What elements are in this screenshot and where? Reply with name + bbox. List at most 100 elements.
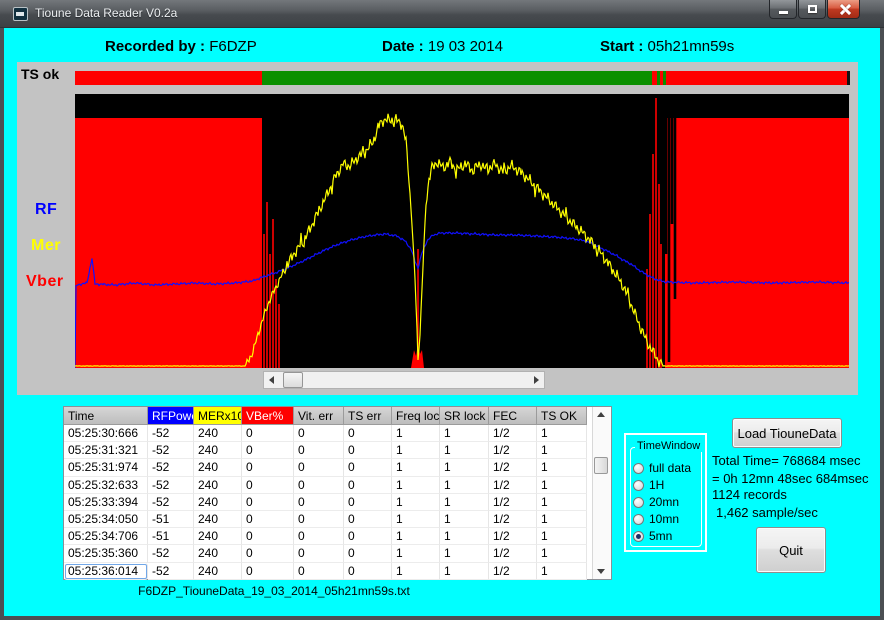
radio-option-10mn[interactable]: 10mn (633, 512, 679, 526)
table-cell[interactable]: -51 (148, 528, 194, 545)
table-cell[interactable]: 0 (344, 425, 392, 442)
table-cell[interactable]: 1 (440, 442, 489, 459)
table-cell[interactable]: 1 (440, 477, 489, 494)
radio-option-full-data[interactable]: full data (633, 461, 691, 475)
table-cell[interactable]: 0 (242, 494, 294, 511)
table-cell[interactable]: 1 (537, 494, 587, 511)
table-row[interactable]: 05:25:31:974-52240000111/21 (64, 459, 587, 476)
table-cell[interactable]: 1 (440, 459, 489, 476)
table-cell[interactable]: 0 (344, 477, 392, 494)
table-cell[interactable]: 240 (194, 528, 242, 545)
table-cell[interactable]: 0 (242, 477, 294, 494)
column-header-sr-lock[interactable]: SR lock (440, 407, 489, 425)
radio-icon[interactable] (633, 497, 644, 508)
table-cell[interactable]: 05:25:36:014 (64, 563, 148, 580)
table-cell[interactable]: -52 (148, 545, 194, 562)
table-cell[interactable]: 1/2 (489, 477, 537, 494)
table-cell[interactable]: 1 (537, 528, 587, 545)
table-cell[interactable]: 05:25:35:360 (64, 545, 148, 562)
table-row[interactable]: 05:25:32:633-52240000111/21 (64, 477, 587, 494)
table-cell[interactable]: 0 (344, 459, 392, 476)
table-cell[interactable]: 1 (537, 442, 587, 459)
table-cell[interactable]: 0 (294, 459, 344, 476)
v-scroll-thumb[interactable] (594, 457, 608, 474)
table-cell[interactable]: 0 (242, 511, 294, 528)
column-header-freq-lock[interactable]: Freq lock (392, 407, 440, 425)
column-header-time[interactable]: Time (64, 407, 148, 425)
table-cell[interactable]: 240 (194, 442, 242, 459)
table-cell[interactable]: 1 (440, 494, 489, 511)
table-cell[interactable]: 0 (294, 511, 344, 528)
table-cell[interactable]: -52 (148, 494, 194, 511)
table-row[interactable]: 05:25:33:394-52240000111/21 (64, 494, 587, 511)
table-cell[interactable]: 0 (344, 545, 392, 562)
table-cell[interactable]: 0 (294, 563, 344, 580)
table-cell[interactable]: 0 (294, 545, 344, 562)
data-table[interactable]: TimeRFPowerMERx10VBer%Vit. errTS errFreq… (63, 406, 612, 580)
scroll-left-button[interactable] (264, 372, 280, 388)
table-cell[interactable]: 0 (294, 442, 344, 459)
column-header-fec[interactable]: FEC (489, 407, 537, 425)
table-cell[interactable]: 05:25:31:974 (64, 459, 148, 476)
table-cell[interactable]: 1/2 (489, 442, 537, 459)
scroll-down-button[interactable] (593, 563, 610, 579)
table-cell[interactable]: 240 (194, 545, 242, 562)
table-cell[interactable]: 1 (392, 545, 440, 562)
table-cell[interactable]: 240 (194, 494, 242, 511)
table-row[interactable]: 05:25:34:050-51240000111/21 (64, 511, 587, 528)
table-cell[interactable]: 1 (440, 528, 489, 545)
radio-icon[interactable] (633, 514, 644, 525)
table-cell[interactable]: 1/2 (489, 528, 537, 545)
scroll-up-button[interactable] (593, 407, 610, 423)
minimize-button[interactable] (769, 0, 797, 19)
table-cell[interactable]: 1 (392, 511, 440, 528)
table-cell[interactable]: 1 (537, 563, 587, 580)
table-cell[interactable]: 240 (194, 511, 242, 528)
radio-icon[interactable] (633, 463, 644, 474)
close-button[interactable] (827, 0, 860, 19)
table-cell[interactable]: -52 (148, 425, 194, 442)
table-cell[interactable]: 05:25:32:633 (64, 477, 148, 494)
chart-h-scrollbar[interactable] (263, 371, 545, 389)
table-cell[interactable]: 0 (242, 528, 294, 545)
table-row[interactable]: 05:25:36:014-52240000111/21 (64, 563, 587, 580)
table-cell[interactable]: 05:25:34:706 (64, 528, 148, 545)
table-cell[interactable]: 240 (194, 459, 242, 476)
table-cell[interactable]: 05:25:30:666 (64, 425, 148, 442)
radio-selected-icon[interactable] (633, 531, 644, 542)
table-row[interactable]: 05:25:30:666-52240000111/21 (64, 425, 587, 442)
table-cell[interactable]: 0 (294, 528, 344, 545)
table-cell[interactable]: 1 (440, 425, 489, 442)
table-cell[interactable]: 1/2 (489, 494, 537, 511)
column-header-ts-err[interactable]: TS err (344, 407, 392, 425)
table-cell[interactable]: 1/2 (489, 511, 537, 528)
table-cell[interactable]: 05:25:31:321 (64, 442, 148, 459)
table-cell[interactable]: 0 (294, 425, 344, 442)
table-cell[interactable]: 0 (242, 545, 294, 562)
column-header-merx10[interactable]: MERx10 (194, 407, 242, 425)
table-cell[interactable]: -51 (148, 511, 194, 528)
table-cell[interactable]: -52 (148, 442, 194, 459)
table-cell[interactable]: 240 (194, 563, 242, 580)
table-cell[interactable]: 1 (440, 511, 489, 528)
table-cell[interactable]: 240 (194, 425, 242, 442)
table-cell[interactable]: 1 (537, 545, 587, 562)
table-cell[interactable]: 0 (242, 459, 294, 476)
scroll-right-button[interactable] (528, 372, 544, 388)
radio-icon[interactable] (633, 480, 644, 491)
table-cell[interactable]: -52 (148, 477, 194, 494)
table-cell[interactable]: 0 (242, 425, 294, 442)
table-cell[interactable]: 1 (392, 442, 440, 459)
column-header-ts-ok[interactable]: TS OK (537, 407, 587, 425)
table-row[interactable]: 05:25:35:360-52240000111/21 (64, 545, 587, 562)
column-header-rfpower[interactable]: RFPower (148, 407, 194, 425)
table-cell[interactable]: 240 (194, 477, 242, 494)
window-titlebar[interactable]: Tioune Data Reader V0.2a (0, 0, 884, 28)
radio-option-20mn[interactable]: 20mn (633, 495, 679, 509)
radio-option-1H[interactable]: 1H (633, 478, 664, 492)
table-cell[interactable]: -52 (148, 563, 194, 580)
table-cell[interactable]: 1/2 (489, 545, 537, 562)
table-cell[interactable]: 1 (392, 563, 440, 580)
table-cell[interactable]: 1 (440, 563, 489, 580)
table-cell[interactable]: 0 (242, 563, 294, 580)
